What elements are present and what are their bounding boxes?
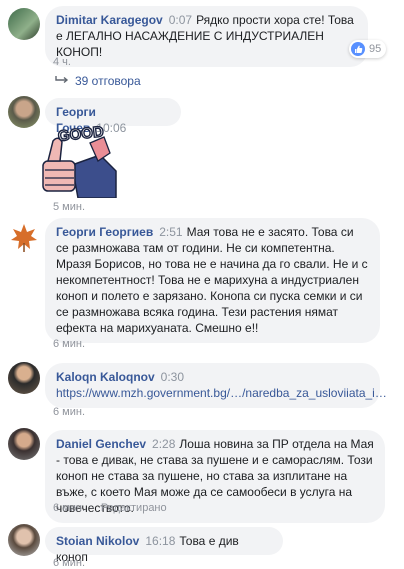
comment-link[interactable]: https://www.mzh.government.bg/…/naredba_…	[56, 386, 387, 400]
comment-author[interactable]: Daniel Genchev	[56, 437, 146, 451]
reaction-number: 95	[369, 43, 382, 55]
comment-timestamp[interactable]: 16:18	[145, 534, 175, 548]
comment-author[interactable]: Stoian Nikolov	[56, 534, 139, 548]
comment-bubble: Dimitar Karagegov 0:07 Рядко прости хора с…	[45, 6, 368, 67]
comment-author[interactable]: Kaloqn Kaloqnov	[56, 370, 155, 384]
comment-bubble: Георги Георгиев 2:51 Мая това не е засято.…	[45, 218, 380, 343]
comment-timestamp[interactable]: 2:28	[152, 437, 175, 451]
edited-label[interactable]: Редактирано	[101, 502, 167, 514]
comment-age[interactable]: 4 ч.	[53, 56, 71, 68]
comment-bubble: Kaloqn Kaloqnov 0:30 https://www.mzh.gove…	[45, 363, 387, 408]
avatar[interactable]	[8, 362, 40, 394]
comment-age[interactable]: 6 мин.	[53, 557, 85, 569]
comment-age[interactable]: 6 мин.	[53, 406, 85, 418]
comment-bubble: Stoian Nikolov 16:18 Това е див коноп	[45, 527, 283, 564]
comment-text: Мая това не е засято. Това си се размнож…	[56, 225, 368, 335]
meta-separator: ·	[91, 502, 95, 514]
comment-timestamp[interactable]: 0:30	[161, 370, 184, 384]
comment-meta: 6 мин. · Редактирано	[53, 502, 167, 514]
good-sticker[interactable]: GOOD	[38, 123, 118, 199]
comment-bubble: Георги Гочев 10:06	[45, 98, 181, 135]
view-replies-link[interactable]: 39 отговора	[55, 74, 141, 88]
comment-author[interactable]: Dimitar Karagegov	[56, 13, 163, 27]
reaction-count[interactable]: 95	[349, 40, 387, 58]
comment-timestamp[interactable]: 2:51	[159, 225, 182, 239]
comment-age[interactable]: 6 мин.	[53, 502, 85, 514]
replies-count[interactable]: 39 отговора	[75, 74, 141, 88]
avatar[interactable]	[8, 428, 40, 460]
avatar[interactable]	[8, 524, 40, 556]
comment-age[interactable]: 5 мин.	[53, 201, 85, 213]
avatar[interactable]	[8, 96, 40, 128]
avatar[interactable]	[8, 221, 40, 253]
like-icon	[351, 42, 365, 56]
comment-age[interactable]: 6 мин.	[53, 338, 85, 350]
avatar[interactable]	[8, 8, 40, 40]
comment-author[interactable]: Георги Георгиев	[56, 225, 153, 239]
reply-arrow-icon	[55, 74, 69, 88]
comment-timestamp[interactable]: 0:07	[169, 13, 192, 27]
